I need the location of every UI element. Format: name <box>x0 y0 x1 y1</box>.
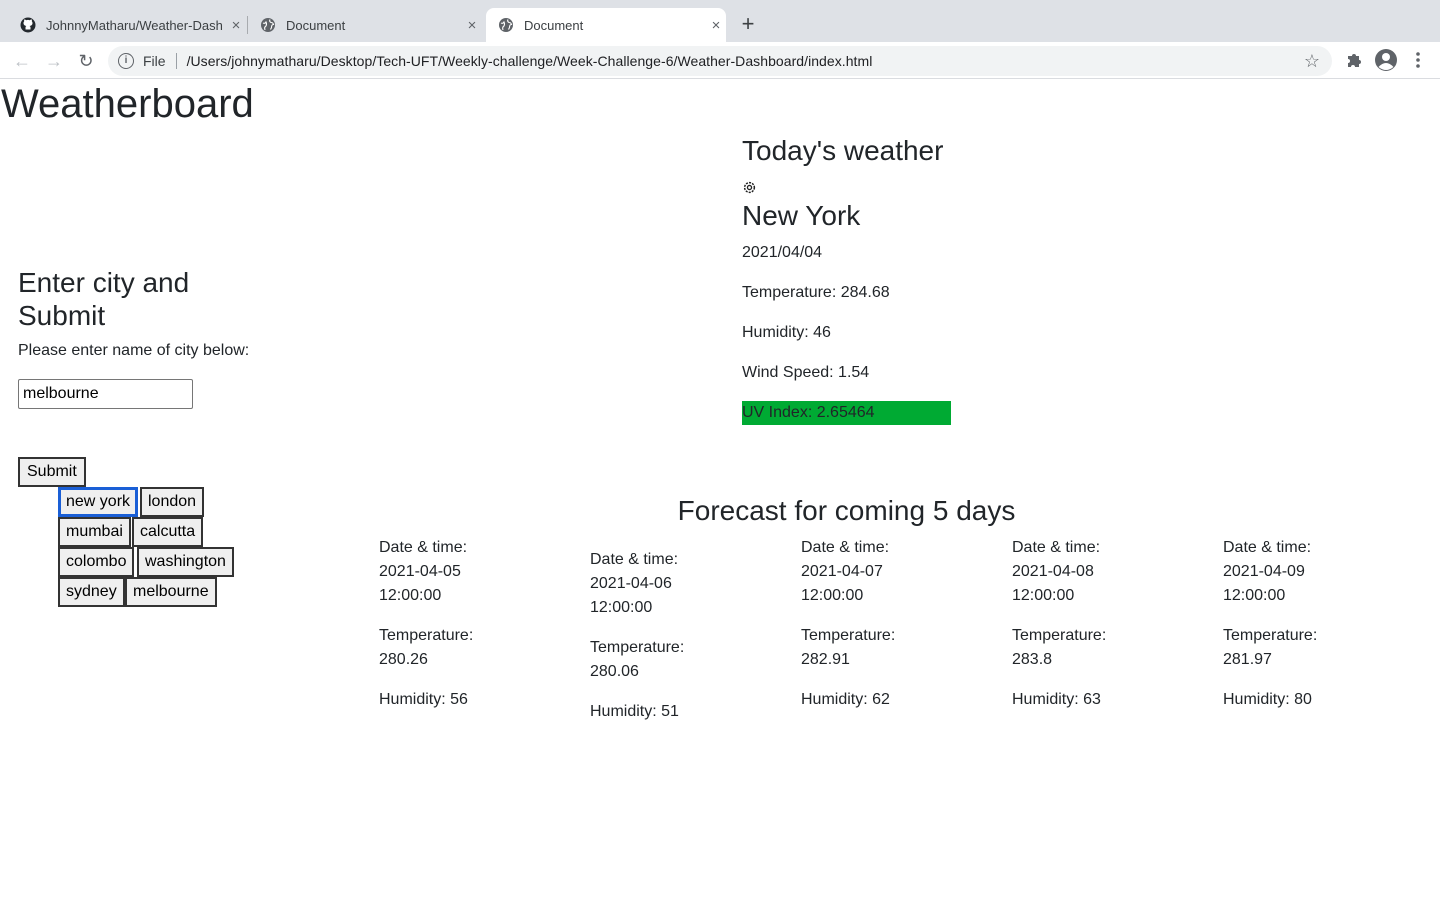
tab-title: Document <box>286 17 346 33</box>
search-heading: Enter city and Submit <box>18 267 190 331</box>
address-separator <box>175 53 177 69</box>
forecast-temperature: Temperature: 283.8 <box>1012 627 1107 668</box>
forward-arrow-icon[interactable]: → <box>42 49 66 73</box>
profile-avatar-icon[interactable] <box>1374 48 1398 72</box>
extensions-puzzle-icon[interactable] <box>1344 50 1364 70</box>
kebab-menu-icon[interactable] <box>1410 50 1426 70</box>
forecast-heading: Forecast for coming 5 days <box>677 495 1016 526</box>
page-content: Weatherboard Enter city and Submit Pleas… <box>0 80 1440 900</box>
tab-document-active[interactable]: Document × <box>486 8 726 42</box>
today-humidity: Humidity: 46 <box>742 324 831 341</box>
search-prompt: Please enter name of city below: <box>18 342 250 359</box>
tab-strip: JohnnyMatharu/Weather-Dash × Document × … <box>0 0 1440 42</box>
forecast-temperature: Temperature: 281.97 <box>1223 627 1318 668</box>
submit-button[interactable]: Submit <box>18 457 86 487</box>
back-arrow-icon[interactable]: ← <box>10 49 34 73</box>
forecast-date: Date & time: 2021-04-09 12:00:00 <box>1223 539 1312 604</box>
forecast-card: Date & time: 2021-04-06 12:00:00 Tempera… <box>590 548 700 740</box>
tab-title: JohnnyMatharu/Weather-Dash <box>46 17 223 33</box>
forecast-humidity: Humidity: 51 <box>590 703 679 720</box>
globe-icon <box>499 18 513 32</box>
address-scheme: File <box>143 53 166 69</box>
forecast-card: Date & time: 2021-04-08 12:00:00 Tempera… <box>1012 536 1122 728</box>
today-wind-speed: Wind Speed: 1.54 <box>742 364 870 381</box>
close-icon[interactable]: × <box>706 17 726 34</box>
tab-document-1[interactable]: Document × <box>248 8 482 42</box>
globe-icon <box>261 18 275 32</box>
today-heading: Today's weather <box>742 135 944 166</box>
uv-index-badge: UV Index: 2.65464 <box>742 401 951 425</box>
today-date: 2021/04/04 <box>742 244 823 261</box>
forecast-temperature: Temperature: 282.91 <box>801 627 896 668</box>
forecast-card: Date & time: 2021-04-07 12:00:00 Tempera… <box>801 536 911 728</box>
close-icon[interactable]: × <box>226 17 246 34</box>
history-button-colombo[interactable]: colombo <box>58 547 135 577</box>
bookmark-star-icon[interactable]: ☆ <box>1304 51 1320 72</box>
browser-toolbar: ← → ↻ i File /Users/johnymatharu/Desktop… <box>0 42 1440 79</box>
page-title: Weatherboard <box>1 82 254 126</box>
today-temperature: Temperature: 284.68 <box>742 284 890 301</box>
forecast-card: Date & time: 2021-04-05 12:00:00 Tempera… <box>379 536 489 728</box>
weather-icon-broken-image <box>743 181 756 194</box>
forecast-date: Date & time: 2021-04-08 12:00:00 <box>1012 539 1101 604</box>
forecast-temperature: Temperature: 280.26 <box>379 627 474 668</box>
forecast-date: Date & time: 2021-04-07 12:00:00 <box>801 539 890 604</box>
history-button-washington[interactable]: washington <box>137 547 234 577</box>
github-icon <box>20 17 36 33</box>
info-icon[interactable]: i <box>118 53 134 69</box>
today-city: New York <box>742 200 861 231</box>
forecast-humidity: Humidity: 80 <box>1223 691 1312 708</box>
forecast-humidity: Humidity: 63 <box>1012 691 1101 708</box>
forecast-date: Date & time: 2021-04-06 12:00:00 <box>590 551 679 616</box>
history-button-sydney[interactable]: sydney <box>58 577 125 607</box>
address-bar[interactable]: i File /Users/johnymatharu/Desktop/Tech-… <box>108 46 1332 76</box>
reload-icon[interactable]: ↻ <box>74 49 98 73</box>
new-tab-button[interactable]: + <box>736 12 760 36</box>
tab-title: Document <box>524 17 584 33</box>
tab-github[interactable]: JohnnyMatharu/Weather-Dash × <box>8 8 246 42</box>
forecast-humidity: Humidity: 56 <box>379 691 468 708</box>
forecast-temperature: Temperature: 280.06 <box>590 639 685 680</box>
close-icon[interactable]: × <box>462 17 482 34</box>
city-input[interactable] <box>18 379 193 409</box>
forecast-card: Date & time: 2021-04-09 12:00:00 Tempera… <box>1223 536 1333 728</box>
forecast-date: Date & time: 2021-04-05 12:00:00 <box>379 539 468 604</box>
history-button-melbourne[interactable]: melbourne <box>125 577 217 607</box>
forecast-humidity: Humidity: 62 <box>801 691 890 708</box>
address-url[interactable]: /Users/johnymatharu/Desktop/Tech-UFT/Wee… <box>187 53 873 69</box>
